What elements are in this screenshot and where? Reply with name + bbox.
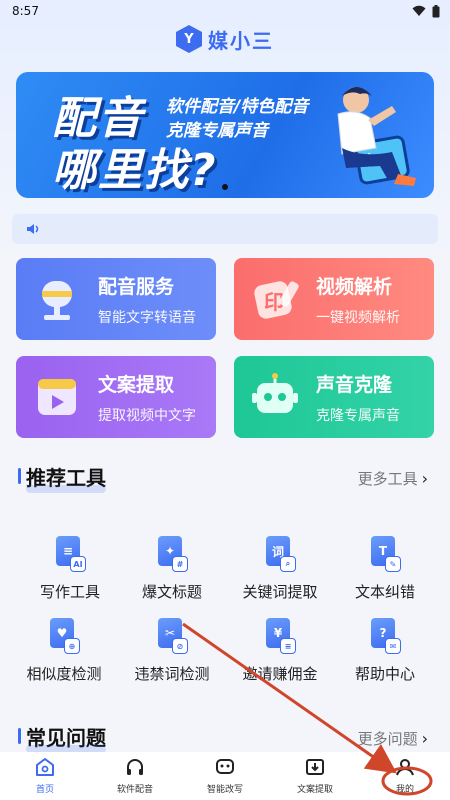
card-title: 配音服务 bbox=[98, 276, 175, 298]
wifi-icon bbox=[412, 5, 426, 16]
card-title: 声音克隆 bbox=[316, 374, 393, 396]
nav-label: 智能改写 bbox=[206, 785, 243, 795]
tool-label: 帮助中心 bbox=[354, 665, 415, 683]
banner-illustration bbox=[337, 87, 416, 186]
nav-label: 文案提取 bbox=[296, 785, 333, 795]
banner-subtitle-2: 克隆专属声音 bbox=[166, 121, 268, 141]
nav-label: 软件配音 bbox=[116, 785, 153, 795]
logo-mark-icon: Y bbox=[176, 25, 202, 53]
section-title-recommended: 推荐工具 bbox=[18, 462, 106, 493]
tool-label: 违禁词检测 bbox=[134, 665, 210, 683]
nav-label: 我的 bbox=[395, 785, 414, 795]
card-title: 文案提取 bbox=[98, 374, 175, 396]
video-player-icon bbox=[38, 379, 76, 415]
tool-viral-title[interactable]: ✦ # 爆文标题 bbox=[122, 536, 222, 606]
card-desc: 智能文字转语音 bbox=[98, 310, 196, 326]
microphone-icon bbox=[42, 281, 72, 320]
tool-badge: ⌕ bbox=[280, 556, 296, 572]
home-icon bbox=[36, 758, 54, 776]
chevron-right-icon: › bbox=[421, 469, 428, 488]
tool-badge: ✉ bbox=[385, 638, 401, 654]
help-icon: ? ✉ bbox=[368, 618, 402, 654]
nav-home[interactable]: 首页 bbox=[0, 757, 90, 795]
status-time: 8:57 bbox=[12, 4, 39, 18]
card-desc: 一键视频解析 bbox=[316, 310, 400, 326]
more-faq-label: 更多问题 bbox=[357, 730, 418, 748]
robot-face-icon bbox=[216, 759, 234, 774]
tool-text-correction[interactable]: T ✎ 文本纠错 bbox=[335, 536, 435, 606]
speaker-icon bbox=[27, 224, 39, 234]
service-card-text-extract[interactable]: 文案提取 提取视频中文字 bbox=[16, 356, 216, 438]
stamp-icon: 印 bbox=[254, 281, 299, 319]
service-card-dubbing[interactable]: 配音服务 智能文字转语音 bbox=[16, 258, 216, 340]
card-desc: 提取视频中文字 bbox=[98, 408, 196, 424]
tool-banned-word-check[interactable]: ✂ ⊘ 违禁词检测 bbox=[122, 618, 222, 688]
service-card-voice-clone[interactable]: 声音克隆 克隆专属声音 bbox=[234, 356, 434, 438]
tool-label: 爆文标题 bbox=[141, 583, 202, 601]
nav-smart-rewrite[interactable]: 智能改写 bbox=[180, 757, 270, 795]
banner-subtitle-1: 软件配音/特色配音 bbox=[166, 97, 309, 117]
tool-badge: ✎ bbox=[385, 556, 401, 572]
more-tools-link[interactable]: 更多工具 › bbox=[358, 468, 428, 489]
more-tools-label: 更多工具 bbox=[357, 470, 418, 488]
nav-text-extract[interactable]: 文案提取 bbox=[270, 757, 360, 795]
battery-icon bbox=[432, 4, 440, 17]
tool-similarity-check[interactable]: ♥ ⊕ 相似度检测 bbox=[14, 618, 114, 688]
nav-label: 首页 bbox=[35, 785, 54, 795]
tool-help-center[interactable]: ? ✉ 帮助中心 bbox=[335, 618, 435, 688]
status-icons bbox=[412, 4, 440, 18]
headphones-icon bbox=[127, 759, 143, 775]
tool-label: 文本纠错 bbox=[354, 583, 415, 601]
card-desc: 克隆专属声音 bbox=[316, 408, 400, 424]
commission-icon: ¥ ≡ bbox=[263, 618, 297, 654]
similarity-icon: ♥ ⊕ bbox=[47, 618, 81, 654]
robot-icon bbox=[252, 373, 298, 413]
more-faq-link[interactable]: 更多问题 › bbox=[358, 728, 428, 749]
promo-banner[interactable]: 配音 哪里找? 软件配音/特色配音 克隆专属声音 bbox=[16, 72, 434, 198]
tool-badge: ⊕ bbox=[64, 638, 80, 654]
service-card-video-parse[interactable]: 印 视频解析 一键视频解析 bbox=[234, 258, 434, 340]
section-title-faq: 常见问题 bbox=[18, 722, 106, 753]
bottom-navigation: 首页 软件配音 智能改写 文案提取 我的 bbox=[0, 752, 450, 800]
banned-word-icon: ✂ ⊘ bbox=[155, 618, 189, 654]
tool-writing[interactable]: ≡ AI 写作工具 bbox=[20, 536, 120, 606]
announcement-bar[interactable] bbox=[12, 214, 438, 244]
tool-label: 写作工具 bbox=[39, 583, 100, 601]
profile-icon bbox=[396, 759, 414, 776]
tool-label: 邀请赚佣金 bbox=[242, 665, 318, 683]
tool-keyword-extract[interactable]: 词 ⌕ 关键词提取 bbox=[230, 536, 330, 606]
carousel-indicator[interactable] bbox=[222, 184, 228, 190]
tool-badge: ⊘ bbox=[172, 638, 188, 654]
download-box-icon bbox=[306, 759, 324, 775]
logo-text: 媒小三 bbox=[208, 28, 274, 53]
chevron-right-icon: › bbox=[421, 729, 428, 748]
status-bar: 8:57 bbox=[0, 0, 450, 22]
tool-label: 相似度检测 bbox=[26, 665, 102, 683]
nav-software-dubbing[interactable]: 软件配音 bbox=[90, 757, 180, 795]
tool-invite-commission[interactable]: ¥ ≡ 邀请赚佣金 bbox=[230, 618, 330, 688]
tool-badge: AI bbox=[70, 556, 86, 572]
app-logo: Y 媒小三 bbox=[0, 22, 450, 56]
text-edit-icon: T ✎ bbox=[368, 536, 402, 572]
tool-badge: # bbox=[172, 556, 188, 572]
tool-label: 关键词提取 bbox=[242, 583, 318, 601]
keyword-search-icon: 词 ⌕ bbox=[263, 536, 297, 572]
logo-glyph: Y bbox=[184, 31, 194, 47]
nav-profile[interactable]: 我的 bbox=[360, 757, 450, 795]
writing-icon: ≡ AI bbox=[53, 536, 87, 572]
tool-badge: ≡ bbox=[280, 638, 296, 654]
hashtag-icon: ✦ # bbox=[155, 536, 189, 572]
banner-headline-2: 哪里找? bbox=[52, 145, 218, 196]
card-title: 视频解析 bbox=[316, 276, 393, 298]
